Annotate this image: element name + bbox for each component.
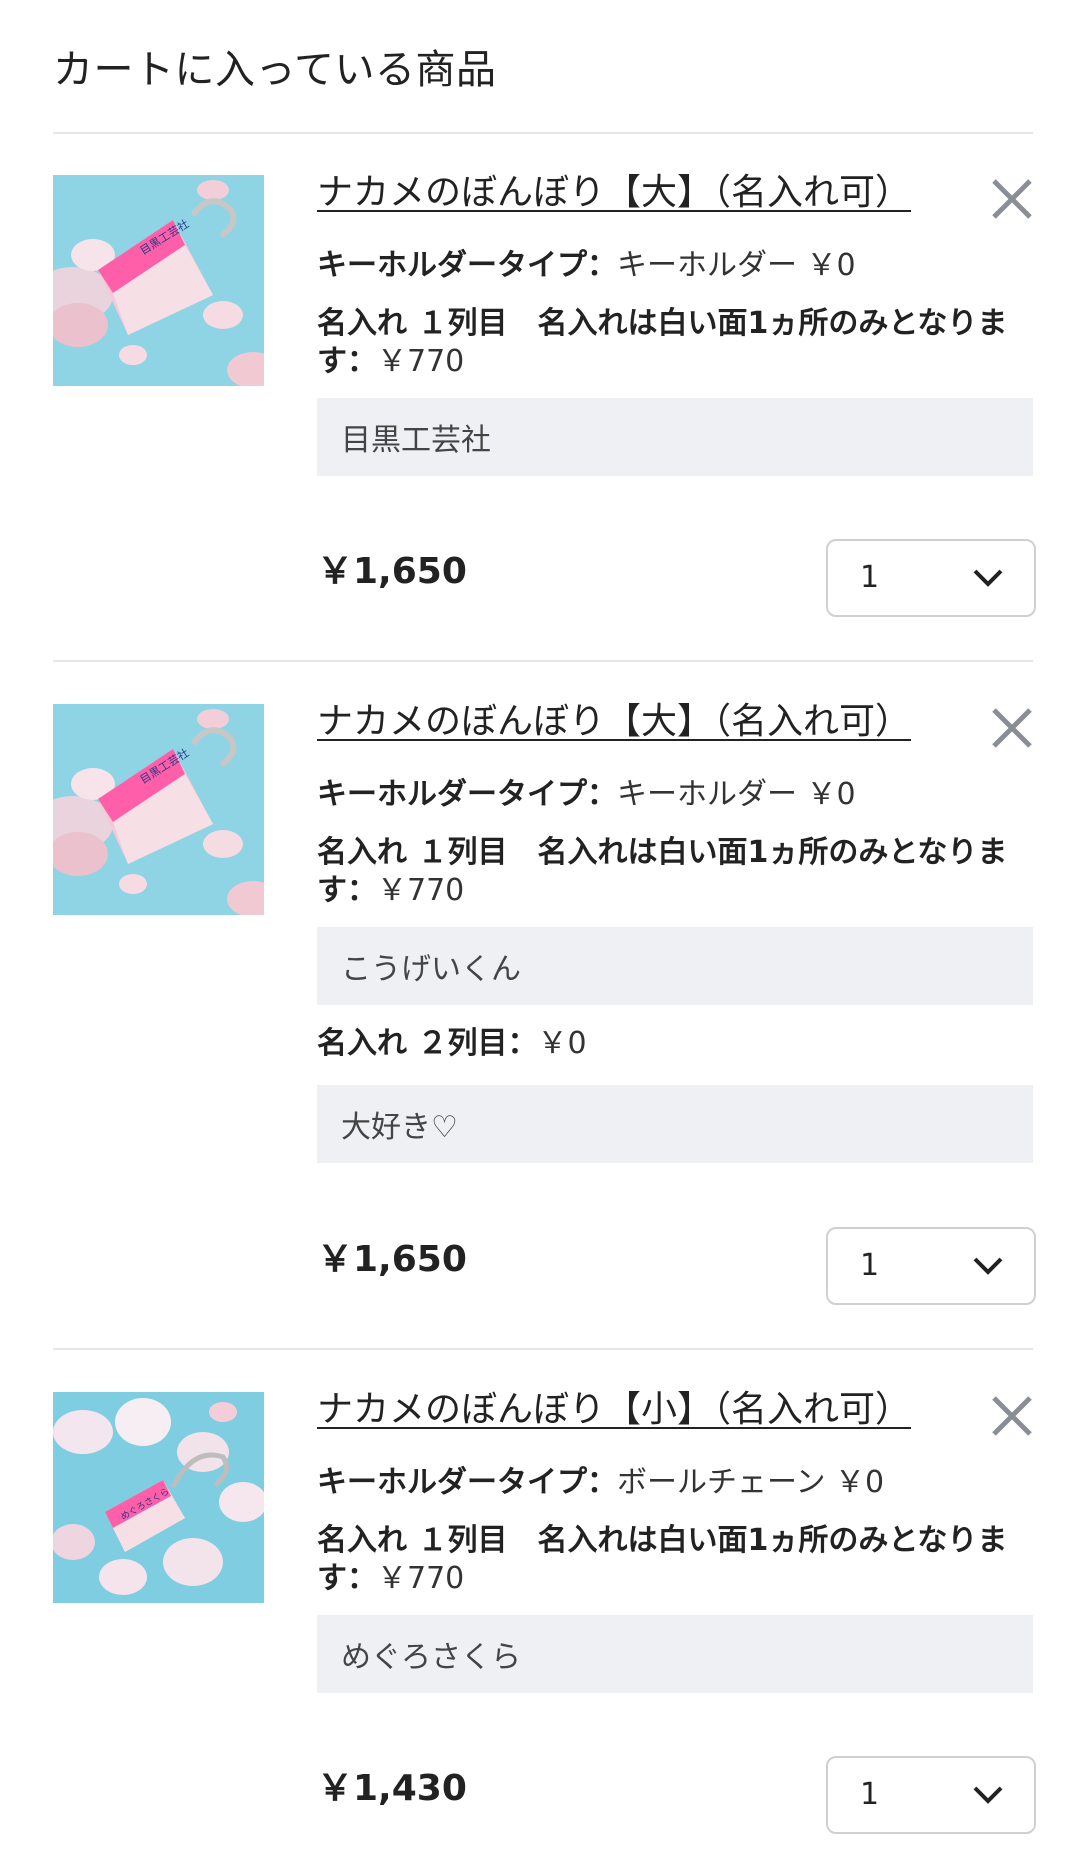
quantity-select[interactable]: 1 <box>826 1756 1036 1834</box>
option-name-line-1: 名入れ １列目 名入れは白い面1ヵ所のみとなります：￥770 <box>317 1522 1017 1598</box>
quantity-value: 1 <box>860 1777 880 1812</box>
option-value: ボールチェーン ￥0 <box>617 1465 885 1500</box>
product-image[interactable]: 目黒工芸社 <box>53 175 264 386</box>
remove-item-button[interactable] <box>988 175 1036 223</box>
option-value: ￥770 <box>377 344 465 379</box>
option-keyholder-type: キーホルダータイプ：キーホルダー ￥0 <box>317 247 1017 285</box>
option-label: キーホルダータイプ： <box>317 248 617 283</box>
chevron-down-icon <box>972 567 1004 589</box>
name-engraving-input-line-2[interactable] <box>317 1085 1033 1163</box>
option-name-line-1: 名入れ １列目 名入れは白い面1ヵ所のみとなります：￥770 <box>317 305 1017 381</box>
product-image[interactable]: 目黒工芸社 <box>53 704 264 915</box>
remove-item-button[interactable] <box>988 704 1036 752</box>
quantity-select[interactable]: 1 <box>826 539 1036 617</box>
chevron-down-icon <box>972 1255 1004 1277</box>
name-engraving-input[interactable] <box>317 1615 1033 1693</box>
option-keyholder-type: キーホルダータイプ：ボールチェーン ￥0 <box>317 1464 1017 1502</box>
option-name-line-1: 名入れ １列目 名入れは白い面1ヵ所のみとなります：￥770 <box>317 834 1017 910</box>
page-title: カートに入っている商品 <box>53 47 497 93</box>
close-icon <box>992 708 1032 748</box>
option-label: キーホルダータイプ： <box>317 1465 617 1500</box>
close-icon <box>992 179 1032 219</box>
item-price: ￥1,650 <box>317 551 467 592</box>
quantity-value: 1 <box>860 1248 880 1283</box>
option-value: ￥0 <box>537 1026 587 1061</box>
option-value: ￥770 <box>377 1561 465 1596</box>
divider <box>53 132 1033 134</box>
product-title-link[interactable]: ナカメのぼんぼり【小】（名入れ可） <box>317 1386 911 1434</box>
product-image[interactable]: めぐろさくら <box>53 1392 264 1603</box>
close-icon <box>992 1396 1032 1436</box>
option-value: キーホルダー ￥0 <box>617 777 856 812</box>
name-engraving-input-line-1[interactable] <box>317 927 1033 1005</box>
divider <box>53 660 1033 662</box>
option-label: キーホルダータイプ： <box>317 777 617 812</box>
remove-item-button[interactable] <box>988 1392 1036 1440</box>
product-title-link[interactable]: ナカメのぼんぼり【大】（名入れ可） <box>317 698 911 746</box>
option-name-line-2: 名入れ ２列目：￥0 <box>317 1025 1017 1063</box>
item-price: ￥1,430 <box>317 1768 467 1809</box>
quantity-select[interactable]: 1 <box>826 1227 1036 1305</box>
option-value: キーホルダー ￥0 <box>617 248 856 283</box>
product-title-link[interactable]: ナカメのぼんぼり【大】（名入れ可） <box>317 169 911 217</box>
option-label: 名入れ ２列目： <box>317 1026 538 1061</box>
item-price: ￥1,650 <box>317 1239 467 1280</box>
name-engraving-input[interactable] <box>317 398 1033 476</box>
option-value: ￥770 <box>377 873 465 908</box>
quantity-value: 1 <box>860 560 880 595</box>
option-keyholder-type: キーホルダータイプ：キーホルダー ￥0 <box>317 776 1017 814</box>
divider <box>53 1348 1033 1350</box>
chevron-down-icon <box>972 1784 1004 1806</box>
